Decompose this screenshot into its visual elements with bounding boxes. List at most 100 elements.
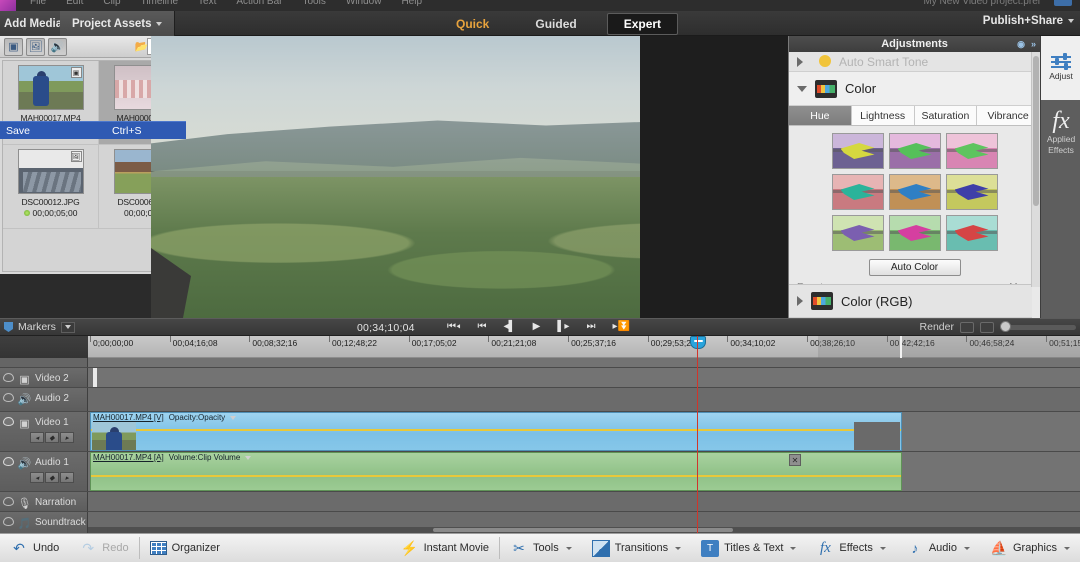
- collapse-icon[interactable]: »: [1031, 39, 1036, 49]
- menu-file[interactable]: File: [30, 0, 46, 7]
- tab-expert[interactable]: Expert: [606, 12, 679, 35]
- track-head-video1[interactable]: ▣ Video 1 ◂ ◆ ▸: [0, 412, 88, 451]
- chevron-down-icon[interactable]: [790, 546, 797, 550]
- current-time-indicator[interactable]: [690, 336, 706, 349]
- track-body-narration[interactable]: [88, 492, 1080, 511]
- adjustment-color-row[interactable]: Color: [789, 72, 1040, 106]
- next-keyframe-icon[interactable]: ▸: [60, 432, 74, 443]
- hue-preset-9[interactable]: [945, 215, 998, 251]
- menu-items[interactable]: File Edit Clip Timeline Text Action Bar …: [30, 0, 422, 7]
- organizer-button[interactable]: Organizer: [140, 534, 230, 562]
- zoom-out-icon[interactable]: [960, 321, 974, 333]
- rail-item-adjust[interactable]: Adjust: [1041, 36, 1080, 100]
- audio-button[interactable]: ♪ Audio: [896, 534, 980, 562]
- hue-preset-6[interactable]: [945, 174, 998, 210]
- auto-color-button[interactable]: Auto Color: [868, 259, 961, 276]
- publish-share-button[interactable]: Publish+Share: [983, 15, 1074, 27]
- markers-dropdown[interactable]: Markers: [4, 321, 75, 333]
- go-to-start-icon[interactable]: ⏮◂: [447, 321, 461, 332]
- menu-tools[interactable]: Tools: [303, 0, 326, 7]
- zoom-slider[interactable]: [1000, 320, 1076, 332]
- adjustments-scrollbar[interactable]: [1031, 52, 1040, 287]
- hue-preset-5[interactable]: [888, 174, 941, 210]
- chevron-down-icon[interactable]: [675, 546, 682, 550]
- menu-timeline[interactable]: Timeline: [141, 0, 178, 7]
- effects-button[interactable]: fx Effects: [806, 534, 895, 562]
- track-row-video1[interactable]: ▣ Video 1 ◂ ◆ ▸ MAH00017.MP4 [V] Opacity…: [0, 412, 1080, 452]
- step-forward-fast-icon[interactable]: ⏭: [586, 321, 595, 332]
- track-mute-icon[interactable]: [3, 457, 14, 466]
- chevron-down-icon[interactable]: [879, 546, 886, 550]
- asset-item[interactable]: 🖼 DSC00012.JPG 00;00;05;00: [3, 145, 99, 229]
- graphics-button[interactable]: ⛵ Graphics: [980, 534, 1080, 562]
- hue-preset-4[interactable]: [831, 174, 884, 210]
- menu-edit[interactable]: Edit: [66, 0, 83, 7]
- instant-movie-button[interactable]: ⚡ Instant Movie: [391, 534, 499, 562]
- adjustment-auto-smart-tone[interactable]: Auto Smart Tone: [789, 52, 1040, 72]
- hue-preset-2[interactable]: [888, 133, 941, 169]
- chevron-down-icon[interactable]: [963, 546, 970, 550]
- track-mute-icon[interactable]: [3, 393, 14, 402]
- hue-preset-1[interactable]: [831, 133, 884, 169]
- tab-project-assets[interactable]: Project Assets: [60, 11, 176, 36]
- timeline-clip-video[interactable]: MAH00017.MP4 [V] Opacity:Opacity: [90, 412, 902, 451]
- subtab-hue[interactable]: Hue: [789, 106, 852, 125]
- track-row-video2[interactable]: ▣ Video 2: [0, 368, 1080, 388]
- work-area-bar[interactable]: [900, 336, 1080, 358]
- track-head-narration[interactable]: 🎙 Narration: [0, 492, 88, 511]
- volume-rubberband[interactable]: [91, 475, 901, 477]
- subtab-lightness[interactable]: Lightness: [851, 106, 915, 125]
- track-body-video1[interactable]: MAH00017.MP4 [V] Opacity:Opacity: [88, 412, 1080, 451]
- track-row-audio1[interactable]: 🔊 Audio 1 ◂ ◆ ▸ MAH00017.MP4 [A] Volume:…: [0, 452, 1080, 492]
- prev-keyframe-icon[interactable]: ◂: [30, 432, 44, 443]
- track-head-video2[interactable]: ▣ Video 2: [0, 368, 88, 387]
- opacity-rubberband[interactable]: [91, 429, 901, 431]
- menu-window[interactable]: Window: [346, 0, 382, 7]
- redo-button[interactable]: ↷ Redo: [69, 534, 138, 562]
- menu-action-bar[interactable]: Action Bar: [236, 0, 282, 7]
- timeline-ruler[interactable]: 0;00;00;00 00;04;16;08 00;08;32;16 00;12;48…: [0, 336, 1080, 358]
- image-filter-icon[interactable]: 🖼: [26, 37, 45, 56]
- maximize-icon[interactable]: [1054, 0, 1072, 6]
- track-keyframe-controls[interactable]: ◂ ◆ ▸: [30, 472, 74, 483]
- chevron-down-icon[interactable]: [245, 455, 252, 460]
- menu-help[interactable]: Help: [401, 0, 422, 7]
- hue-preset-3[interactable]: [945, 133, 998, 169]
- add-keyframe-icon[interactable]: ◆: [45, 472, 59, 483]
- track-visibility-icon[interactable]: [3, 417, 14, 426]
- step-back-fast-icon[interactable]: ⏮: [478, 321, 487, 332]
- adjustments-header-icons[interactable]: ◉ »: [1017, 39, 1036, 50]
- chevron-down-icon[interactable]: [230, 415, 237, 420]
- track-body-video2[interactable]: [88, 368, 1080, 387]
- tab-guided[interactable]: Guided: [519, 14, 592, 34]
- track-mute-icon[interactable]: [3, 517, 14, 526]
- chevron-right-icon[interactable]: [797, 296, 803, 306]
- clip-property[interactable]: Volume:Clip Volume: [169, 453, 241, 462]
- play-icon[interactable]: ▶: [533, 321, 541, 332]
- chevron-down-icon[interactable]: [565, 546, 572, 550]
- adjustment-color-rgb-row[interactable]: Color (RGB): [789, 284, 1032, 318]
- go-to-end-icon[interactable]: ▸⏬: [612, 321, 629, 332]
- undo-button[interactable]: ↶ Undo: [0, 534, 69, 562]
- track-row-audio2[interactable]: 🔊 Audio 2: [0, 388, 1080, 412]
- step-back-icon[interactable]: ◂▌: [504, 321, 516, 332]
- menu-text[interactable]: Text: [198, 0, 216, 7]
- next-keyframe-icon[interactable]: ▸: [60, 472, 74, 483]
- rail-item-applied-effects[interactable]: fx Applied Effects: [1041, 100, 1080, 164]
- subtab-saturation[interactable]: Saturation: [914, 106, 978, 125]
- clip-close-icon[interactable]: ✕: [789, 454, 801, 466]
- track-clip-fragment[interactable]: [93, 368, 97, 387]
- hue-preset-7[interactable]: [831, 215, 884, 251]
- add-keyframe-icon[interactable]: ◆: [45, 432, 59, 443]
- clip-property[interactable]: Opacity:Opacity: [169, 413, 225, 422]
- track-row-narration[interactable]: 🎙 Narration: [0, 492, 1080, 512]
- track-head-audio2[interactable]: 🔊 Audio 2: [0, 388, 88, 411]
- scrollbar-thumb[interactable]: [1033, 56, 1039, 206]
- titles-text-button[interactable]: T Titles & Text: [691, 534, 806, 562]
- prev-keyframe-icon[interactable]: ◂: [30, 472, 44, 483]
- tab-quick[interactable]: Quick: [440, 14, 505, 34]
- markers-chevron-icon[interactable]: [60, 321, 75, 333]
- track-body-audio1[interactable]: MAH00017.MP4 [A] Volume:Clip Volume ✕: [88, 452, 1080, 491]
- track-keyframe-controls[interactable]: ◂ ◆ ▸: [30, 432, 74, 443]
- track-visibility-icon[interactable]: [3, 373, 14, 382]
